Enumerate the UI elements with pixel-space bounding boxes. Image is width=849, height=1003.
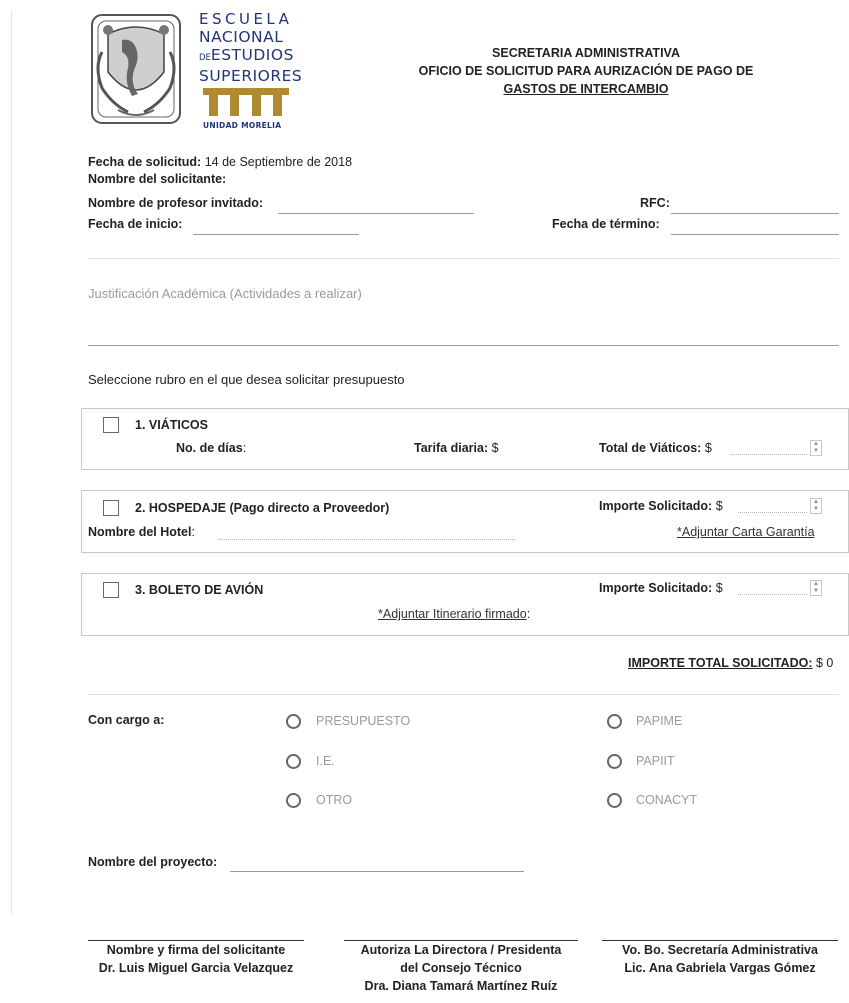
- guest-professor-label: Nombre de profesor invitado:: [88, 196, 264, 210]
- select-category-prompt: Seleccione rubro en el que desea solicit…: [88, 372, 405, 387]
- applicant-label: Nombre del solicitante:: [88, 172, 227, 186]
- signature-admin-name: Lic. Ana Gabriela Vargas Gómez: [624, 961, 816, 975]
- option-ie-label: I.E.: [316, 754, 335, 768]
- attach-itinerary-link[interactable]: *Adjuntar Itinerario firmado: [378, 607, 527, 621]
- logo-line-3-prefix: DE: [199, 53, 211, 63]
- spinner-arrows-icon[interactable]: ▲ ▼: [810, 498, 822, 514]
- avion-title: 3. BOLETO DE AVIÓN: [135, 583, 264, 597]
- end-date-label: Fecha de término:: [552, 217, 660, 231]
- justification-textarea[interactable]: Justificación Académica (Actividades a r…: [88, 286, 362, 301]
- viaticos-checkbox[interactable]: [103, 417, 119, 433]
- attach-itinerary-colon: :: [526, 607, 531, 621]
- signature-director: Autoriza La Directora / Presidenta del C…: [344, 940, 578, 995]
- project-name-input[interactable]: [230, 856, 524, 872]
- radio-otro[interactable]: [286, 793, 301, 808]
- school-name-logo: ESCUELA NACIONAL DEESTUDIOS SUPERIORES: [199, 10, 302, 85]
- radio-presupuesto[interactable]: [286, 714, 301, 729]
- option-papime-label: PAPIME: [636, 714, 683, 728]
- start-date-input[interactable]: [193, 219, 359, 235]
- option-presupuesto-label: PRESUPUESTO: [316, 714, 411, 728]
- hospedaje-checkbox[interactable]: [103, 500, 119, 516]
- signature-admin-role: Vo. Bo. Secretaría Administrativa: [602, 940, 838, 959]
- hospedaje-title: 2. HOSPEDAJE (Pago directo a Proveedor): [135, 501, 390, 515]
- header-title-2: OFICIO DE SOLICITUD PARA AURIZACIÓN DE P…: [418, 64, 754, 78]
- days-label: No. de días: [176, 441, 243, 455]
- request-date-value: 14 de Septiembre de 2018: [204, 155, 353, 169]
- radio-ie[interactable]: [286, 754, 301, 769]
- divider: [88, 694, 839, 695]
- radio-papime[interactable]: [607, 714, 622, 729]
- columns-logo-icon: [203, 88, 289, 116]
- logo-unit-text: UNIDAD MORELIA: [203, 121, 282, 130]
- viaticos-total-currency: $: [704, 441, 712, 455]
- logo-line-2: NACIONAL: [199, 28, 284, 46]
- hospedaje-amount-label: Importe Solicitado:: [599, 499, 713, 513]
- header-title-1: SECRETARIA ADMINISTRATIVA: [492, 46, 680, 60]
- unam-crest-icon: [91, 14, 181, 124]
- end-date-input[interactable]: [671, 219, 839, 235]
- radio-papiit[interactable]: [607, 754, 622, 769]
- option-conacyt-label: CONACYT: [636, 793, 698, 807]
- header-title-3: GASTOS DE INTERCAMBIO: [503, 82, 669, 96]
- signature-admin: Vo. Bo. Secretaría Administrativa Lic. A…: [602, 940, 838, 977]
- option-papiit-label: PAPIIT: [636, 754, 675, 768]
- project-name-label: Nombre del proyecto:: [88, 855, 218, 869]
- daily-rate-label: Tarifa diaria:: [414, 441, 489, 455]
- avion-checkbox[interactable]: [103, 582, 119, 598]
- signature-applicant-role: Nombre y firma del solicitante: [88, 940, 304, 959]
- document-header: SECRETARIA ADMINISTRATIVA OFICIO DE SOLI…: [400, 44, 772, 98]
- radio-conacyt[interactable]: [607, 793, 622, 808]
- divider: [88, 258, 839, 259]
- rfc-input[interactable]: [671, 198, 839, 214]
- rfc-label: RFC:: [640, 196, 670, 210]
- request-date-label: Fecha de solicitud:: [88, 155, 202, 169]
- daily-rate-currency: $: [491, 441, 499, 455]
- viaticos-total-input[interactable]: [731, 440, 807, 455]
- signature-applicant: Nombre y firma del solicitante Dr. Luis …: [88, 940, 304, 977]
- total-amount-label: IMPORTE TOTAL SOLICITADO:: [628, 656, 813, 670]
- signature-applicant-name: Dr. Luis Miguel Garcia Velazquez: [98, 961, 294, 975]
- logo-line-1: ESCUELA: [199, 10, 293, 28]
- justification-underline: [88, 345, 839, 346]
- hospedaje-amount-input[interactable]: [738, 498, 807, 513]
- hospedaje-amount-currency: $: [715, 499, 723, 513]
- hotel-name-input[interactable]: [219, 525, 515, 540]
- days-colon: :: [242, 441, 247, 455]
- start-date-label: Fecha de inicio:: [88, 217, 183, 231]
- viaticos-total-label: Total de Viáticos:: [599, 441, 702, 455]
- hospedaje-section: [81, 490, 849, 553]
- avion-amount-label: Importe Solicitado:: [599, 581, 713, 595]
- signature-director-role-2: del Consejo Técnico: [400, 961, 522, 975]
- logo-line-3: ESTUDIOS: [210, 46, 294, 64]
- left-border: [11, 10, 12, 915]
- viaticos-title: 1. VIÁTICOS: [135, 418, 208, 432]
- hotel-name-label: Nombre del Hotel: [88, 525, 192, 539]
- spinner-arrows-icon[interactable]: ▲ ▼: [810, 440, 822, 456]
- logo-line-4: SUPERIORES: [199, 67, 303, 85]
- avion-amount-input[interactable]: [738, 580, 807, 595]
- option-otro-label: OTRO: [316, 793, 353, 807]
- signature-director-name: Dra. Diana Tamará Martínez Ruíz: [364, 979, 558, 993]
- charge-to-label: Con cargo a:: [88, 713, 165, 727]
- signature-director-role: Autoriza La Directora / Presidenta: [344, 940, 578, 959]
- hotel-name-colon: :: [191, 525, 195, 539]
- total-amount-value: $ 0: [815, 656, 834, 670]
- spinner-arrows-icon[interactable]: ▲ ▼: [810, 580, 822, 596]
- attach-guarantee-letter-link[interactable]: *Adjuntar Carta Garantía: [677, 525, 815, 539]
- avion-amount-currency: $: [715, 581, 723, 595]
- guest-professor-input[interactable]: [278, 198, 474, 214]
